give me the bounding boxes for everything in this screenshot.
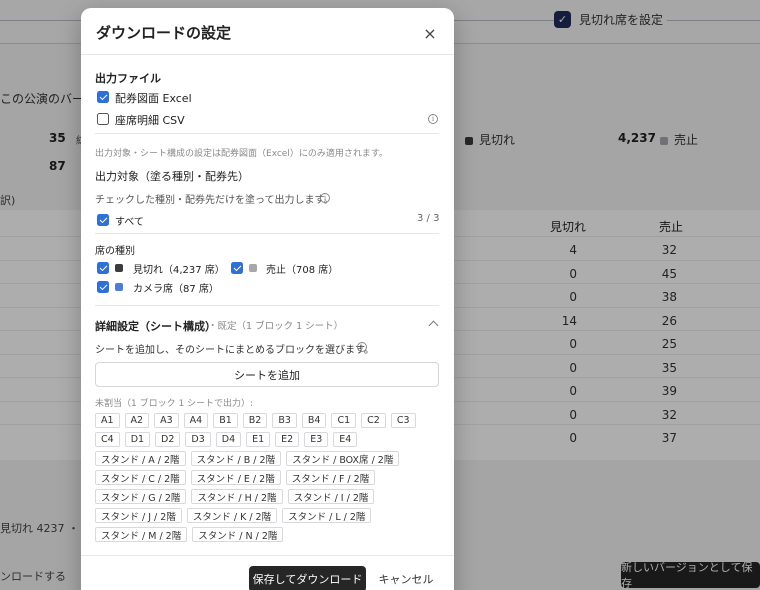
seat-type-label-sold: 売止（708 席） — [266, 265, 339, 276]
block-chip[interactable]: E1 — [246, 432, 271, 447]
camera-color-swatch — [115, 283, 123, 291]
csv-option-label: 座席明細 CSV — [115, 114, 185, 127]
block-chip[interactable]: スタンド / C / 2階 — [95, 470, 186, 485]
divider — [95, 305, 439, 306]
block-chip[interactable]: スタンド / N / 2階 — [192, 527, 284, 542]
detail-default-note: ・既定（1 ブロック 1 シート） — [208, 321, 344, 332]
detail-settings-heading[interactable]: 詳細設定（シート構成） — [95, 318, 216, 334]
select-all-checkbox[interactable] — [97, 214, 109, 226]
target-description: チェックした種別・配券先だけを塗って出力します。 — [95, 195, 334, 206]
block-chip[interactable]: スタンド / L / 2階 — [282, 508, 372, 523]
cancel-button[interactable]: キャンセル — [376, 566, 436, 590]
block-chip[interactable]: スタンド / K / 2階 — [186, 508, 278, 523]
block-chip[interactable]: B3 — [272, 413, 297, 428]
block-chip[interactable]: D3 — [185, 432, 211, 447]
excel-checkbox[interactable] — [97, 91, 109, 103]
info-icon[interactable]: i — [357, 342, 367, 352]
download-settings-dialog: ダウンロードの設定 × 出力ファイル 配券図面 Excel 座席明細 CSV i… — [81, 8, 454, 590]
seat-type-checkbox-soldout[interactable] — [97, 262, 109, 274]
block-chip[interactable]: スタンド / F / 2階 — [285, 470, 376, 485]
output-file-heading: 出力ファイル — [95, 72, 161, 85]
block-chip[interactable]: A3 — [154, 413, 179, 428]
save-and-download-button[interactable]: 保存してダウンロード — [249, 566, 366, 590]
detail-description: シートを追加し、そのシートにまとめるブロックを選びます。 — [95, 345, 374, 356]
block-chip[interactable]: D1 — [124, 432, 151, 447]
block-chip[interactable]: C2 — [361, 413, 386, 428]
info-icon[interactable]: i — [428, 114, 438, 124]
seat-type-label-soldout: 見切れ（4,237 席） — [133, 265, 225, 276]
block-chip[interactable]: A4 — [183, 413, 209, 428]
block-chip[interactable]: スタンド / H / 2階 — [191, 489, 283, 504]
divider — [81, 54, 454, 55]
csv-checkbox[interactable] — [97, 113, 109, 125]
divider — [81, 555, 454, 556]
block-chip[interactable]: C4 — [95, 432, 120, 447]
block-chip[interactable]: スタンド / BOX席 / 2階 — [286, 451, 400, 466]
seat-types-heading: 席の種別 — [95, 246, 135, 257]
select-all-label: すべて — [115, 217, 144, 228]
block-chip[interactable]: E4 — [333, 432, 358, 447]
soldout-color-swatch — [115, 264, 123, 272]
block-chip[interactable]: B1 — [213, 413, 238, 428]
dialog-title: ダウンロードの設定 — [96, 24, 232, 42]
seat-type-checkbox-sold[interactable] — [231, 262, 243, 274]
block-chip[interactable]: スタンド / A / 2階 — [95, 451, 186, 466]
seat-type-checkbox-camera[interactable] — [97, 281, 109, 293]
block-chip[interactable]: スタンド / I / 2階 — [287, 489, 375, 504]
excel-option-label: 配券図面 Excel — [115, 92, 192, 105]
unassigned-blocks-list: A1 A2 A3 A4 B1 B2 B3 B4 C1 C2 C3 C4 D1 D2 D3 D4 E1 E2 E3 E4… — [95, 413, 439, 542]
block-chip[interactable]: D4 — [215, 432, 242, 447]
block-chip[interactable]: スタンド / E / 2階 — [190, 470, 281, 485]
add-sheet-button[interactable]: シートを追加 — [95, 362, 439, 387]
block-chip[interactable]: スタンド / G / 2階 — [95, 489, 187, 504]
unassigned-label: 未割当（1 ブロック 1 シートで出力）: — [95, 399, 254, 409]
block-chip[interactable]: E3 — [304, 432, 329, 447]
block-chip[interactable]: スタンド / B / 2階 — [190, 451, 282, 466]
divider — [95, 233, 439, 234]
info-icon[interactable]: i — [320, 193, 330, 203]
block-chip[interactable]: A1 — [95, 413, 120, 428]
output-file-note: 出力対象・シート構成の設定は配券図面（Excel）にのみ適用されます。 — [95, 149, 388, 159]
sold-color-swatch — [249, 264, 257, 272]
divider — [95, 133, 439, 134]
close-icon[interactable]: × — [421, 24, 439, 43]
block-chip[interactable]: B2 — [242, 413, 268, 428]
block-chip[interactable]: C1 — [331, 413, 357, 428]
block-chip[interactable]: B4 — [301, 413, 327, 428]
block-chip[interactable]: スタンド / M / 2階 — [95, 527, 188, 542]
selected-count: 3 / 3 — [417, 213, 440, 224]
block-chip[interactable]: スタンド / J / 2階 — [95, 508, 182, 523]
block-chip[interactable]: D2 — [155, 432, 181, 447]
chevron-up-icon[interactable] — [428, 320, 439, 331]
seat-type-label-camera: カメラ席（87 席） — [133, 284, 219, 295]
block-chip[interactable]: A2 — [124, 413, 150, 428]
block-chip[interactable]: C3 — [390, 413, 416, 428]
target-heading: 出力対象（塗る種別・配券先） — [95, 170, 249, 183]
block-chip[interactable]: E2 — [275, 432, 300, 447]
